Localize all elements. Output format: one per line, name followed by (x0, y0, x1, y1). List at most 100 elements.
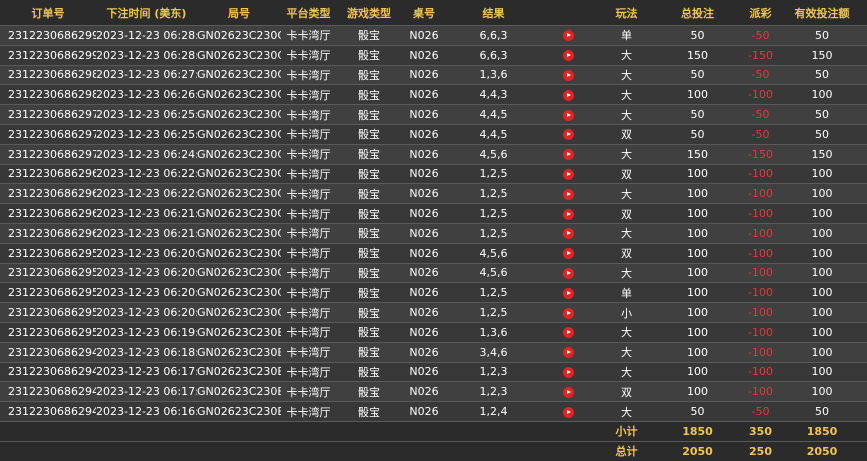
header-result: 结果 (446, 0, 541, 26)
cell-replay (541, 84, 595, 105)
cell-bet: 50 (658, 64, 737, 85)
play-button-icon[interactable] (562, 69, 574, 81)
cell-table: N026 (402, 183, 446, 204)
cell-bet: 100 (658, 381, 737, 402)
cell-payout: -50 (737, 25, 784, 46)
play-button-icon[interactable] (562, 307, 574, 319)
cell-valid: 100 (784, 242, 860, 264)
cell-result: 1,2,5 (446, 163, 541, 184)
cell-valid: 50 (784, 64, 860, 85)
cell-bet: 100 (658, 84, 737, 105)
total-label: 总计 (595, 440, 658, 461)
play-button-icon[interactable] (562, 248, 574, 260)
cell-status: 已派彩 (860, 143, 867, 165)
play-button-icon[interactable] (562, 386, 574, 398)
cell-replay (541, 123, 595, 145)
cell-table: N026 (402, 321, 446, 343)
cell-payout: -100 (737, 183, 784, 204)
header-order: 订单号 (0, 0, 96, 26)
cell-table: N026 (402, 242, 446, 264)
cell-valid: 50 (784, 401, 860, 422)
cell-bet: 100 (658, 183, 737, 204)
cell-payout: -50 (737, 104, 784, 125)
header-status: 状态 (860, 0, 867, 26)
cell-payout: -100 (737, 203, 784, 224)
header-replay (541, 0, 595, 26)
cell-game: 骰宝 (336, 361, 402, 382)
cell-order: 231223068629741 (0, 143, 96, 165)
cell-result: 4,5,6 (446, 143, 541, 165)
cell-replay (541, 203, 595, 224)
cell-status: 已派彩 (860, 25, 867, 46)
cell-bet: 100 (658, 203, 737, 224)
cell-order: 231223068629782 (0, 104, 96, 125)
cell-order: 231223068629781 (0, 123, 96, 145)
subtotal-payout: 350 (737, 420, 784, 442)
play-button-icon[interactable] (562, 267, 574, 279)
cell-order: 231223068629458 (0, 381, 96, 402)
cell-time: 2023-12-23 06:20:01 (96, 302, 197, 323)
play-button-icon[interactable] (562, 30, 574, 42)
play-button-icon[interactable] (562, 129, 574, 141)
total-row: 总计 2050 250 2050 (0, 440, 867, 461)
table-row: 2312230686296642023-12-23 06:22:23GN0262… (0, 163, 867, 184)
play-button-icon[interactable] (562, 347, 574, 359)
cell-valid: 50 (784, 123, 860, 145)
cell-bet: 100 (658, 341, 737, 363)
subtotal-row: 小计 1850 350 1850 (0, 420, 867, 442)
cell-status: 已派彩 (860, 104, 867, 125)
cell-bet: 100 (658, 361, 737, 382)
cell-platform: 卡卡湾厅 (281, 183, 336, 204)
cell-time: 2023-12-23 06:28:22 (96, 25, 197, 46)
cell-order: 231223068629589 (0, 262, 96, 283)
cell-platform: 卡卡湾厅 (281, 84, 336, 105)
cell-time: 2023-12-23 06:22:23 (96, 163, 197, 184)
cell-round: GN02623C230C0 (197, 302, 281, 323)
cell-result: 6,6,3 (446, 25, 541, 46)
cell-order: 231223068629492 (0, 341, 96, 363)
cell-order: 231223068629556 (0, 302, 96, 323)
play-button-icon[interactable] (562, 366, 574, 378)
cell-result: 3,4,6 (446, 341, 541, 363)
play-button-icon[interactable] (562, 208, 574, 220)
play-button-icon[interactable] (562, 50, 574, 62)
cell-result: 1,2,5 (446, 302, 541, 323)
cell-round: GN02623C230C8 (197, 84, 281, 105)
cell-replay (541, 183, 595, 204)
play-button-icon[interactable] (562, 287, 574, 299)
header-row: 订单号 下注时间 (美东) 局号 平台类型 游戏类型 桌号 结果 玩法 总投注 … (0, 0, 867, 26)
total-bet: 2050 (658, 440, 737, 461)
play-button-icon[interactable] (562, 109, 574, 121)
cell-round: GN02623C230C6 (197, 104, 281, 125)
cell-time: 2023-12-23 06:28:22 (96, 44, 197, 66)
table-row: 2312230686297412023-12-23 06:24:08GN0262… (0, 143, 867, 165)
cell-replay (541, 262, 595, 283)
table-row: 2312230686294582023-12-23 06:17:36GN0262… (0, 381, 867, 402)
cell-payout: -50 (737, 123, 784, 145)
play-button-icon[interactable] (562, 188, 574, 200)
cell-result: 1,3,6 (446, 321, 541, 343)
cell-status: 已派彩 (860, 84, 867, 105)
cell-time: 2023-12-23 06:19:14 (96, 321, 197, 343)
cell-round: GN02623C230C2 (197, 203, 281, 224)
cell-result: 1,2,5 (446, 222, 541, 244)
cell-game: 骰宝 (336, 242, 402, 264)
cell-platform: 卡卡湾厅 (281, 401, 336, 422)
cell-platform: 卡卡湾厅 (281, 321, 336, 343)
cell-platform: 卡卡湾厅 (281, 242, 336, 264)
table-row: 2312230686296222023-12-23 06:21:39GN0262… (0, 222, 867, 244)
cell-replay (541, 44, 595, 66)
cell-valid: 50 (784, 104, 860, 125)
play-button-icon[interactable] (562, 228, 574, 240)
cell-status: 已派彩 (860, 44, 867, 66)
play-button-icon[interactable] (562, 168, 574, 180)
play-button-icon[interactable] (562, 406, 574, 418)
cell-time: 2023-12-23 06:21:39 (96, 203, 197, 224)
play-button-icon[interactable] (562, 327, 574, 339)
table-row: 2312230686295892023-12-23 06:20:50GN0262… (0, 262, 867, 283)
cell-time: 2023-12-23 06:20:50 (96, 242, 197, 264)
play-button-icon[interactable] (562, 89, 574, 101)
cell-time: 2023-12-23 06:22:22 (96, 183, 197, 204)
play-button-icon[interactable] (562, 149, 574, 161)
cell-payout: -100 (737, 302, 784, 323)
